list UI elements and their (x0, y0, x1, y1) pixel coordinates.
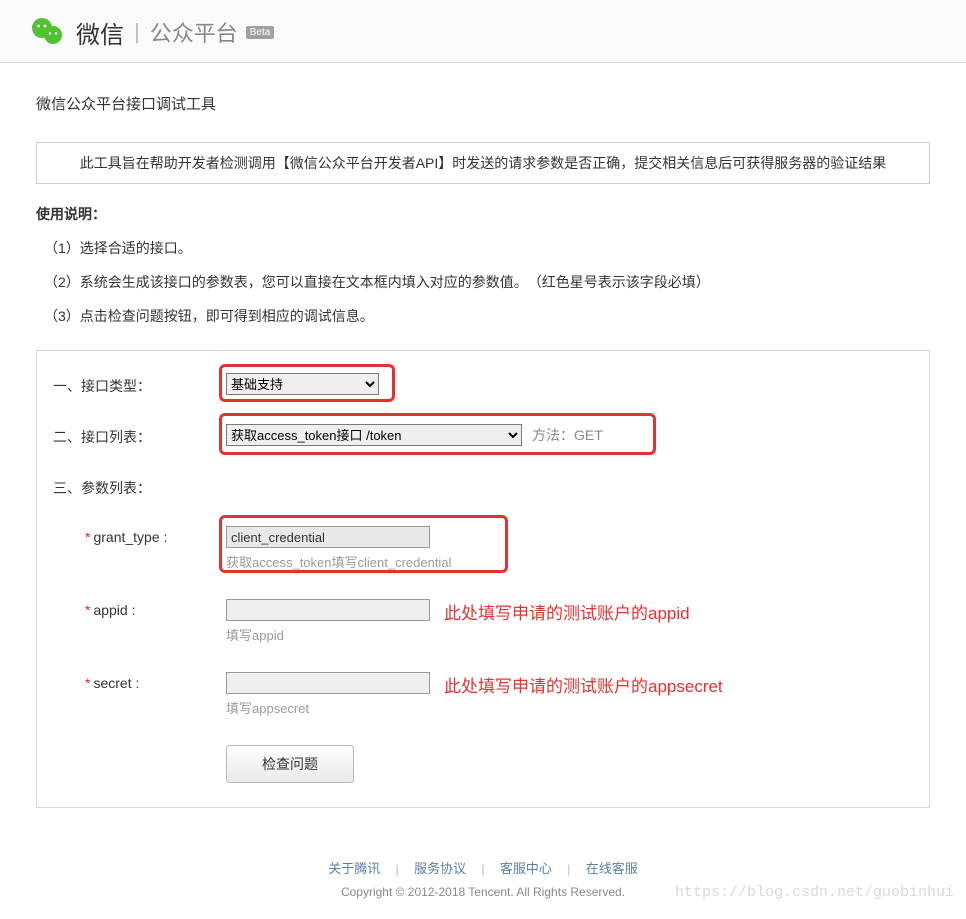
footer-link-online[interactable]: 在线客服 (586, 861, 638, 876)
secret-hint: 填写appsecret (226, 698, 430, 717)
label-param-list: 三、参数列表： (51, 475, 226, 498)
watermark: https://blog.csdn.net/guobinhui (675, 884, 954, 901)
instruction-2: （2）系统会生成该接口的参数表，您可以直接在文本框内填入对应的参数值。 （红色星… (44, 272, 930, 292)
highlight-grant (219, 515, 508, 573)
submit-row: 检查问题 (226, 745, 915, 783)
highlight-type (219, 364, 395, 402)
brand-platform: 公众平台 (150, 16, 238, 48)
row-grant-type: *grant_type : 获取access_token填写client_cre… (51, 526, 915, 571)
appid-annotation: 此处填写申请的测试账户的appid (444, 599, 690, 624)
label-grant-type: *grant_type : (51, 526, 226, 545)
row-secret: *secret : 填写appsecret 此处填写申请的测试账户的appsec… (51, 672, 915, 717)
footer-link-about[interactable]: 关于腾讯 (328, 861, 380, 876)
label-interface-list: 二、接口列表： (51, 424, 226, 447)
appid-input[interactable] (226, 599, 430, 621)
footer-links: 关于腾讯 | 服务协议 | 客服中心 | 在线客服 (0, 858, 966, 877)
instructions: 使用说明： （1）选择合适的接口。 （2）系统会生成该接口的参数表，您可以直接在… (36, 204, 930, 326)
footer-link-terms[interactable]: 服务协议 (414, 861, 466, 876)
label-interface-type: 一、接口类型： (51, 373, 226, 396)
secret-annotation: 此处填写申请的测试账户的appsecret (444, 672, 723, 697)
page-title: 微信公众平台接口调试工具 (36, 93, 930, 114)
wechat-logo-icon (30, 14, 66, 50)
page-header: 微信 | 公众平台 Beta (0, 0, 966, 63)
label-appid: *appid : (51, 599, 226, 618)
footer: 关于腾讯 | 服务协议 | 客服中心 | 在线客服 Copyright © 20… (0, 828, 966, 919)
info-box: 此工具旨在帮助开发者检测调用【微信公众平台开发者API】时发送的请求参数是否正确… (36, 142, 930, 184)
highlight-list (219, 413, 656, 455)
secret-input[interactable] (226, 672, 430, 694)
form-box: 一、接口类型： 基础支持 二、接口列表： 获取access_token接口 /t… (36, 350, 930, 808)
instruction-3: （3）点击检查问题按钮，即可得到相应的调试信息。 (44, 306, 930, 326)
brand-wechat: 微信 (76, 15, 124, 50)
instructions-title: 使用说明： (36, 204, 930, 224)
beta-badge: Beta (246, 26, 275, 39)
row-param-list: 三、参数列表： (51, 475, 915, 498)
required-star-icon: * (85, 602, 90, 618)
appid-hint: 填写appid (226, 625, 430, 644)
label-secret: *secret : (51, 672, 226, 691)
required-star-icon: * (85, 675, 90, 691)
main-container: 微信公众平台接口调试工具 此工具旨在帮助开发者检测调用【微信公众平台开发者API… (0, 63, 966, 828)
required-star-icon: * (85, 529, 90, 545)
brand-divider: | (134, 19, 140, 45)
row-appid: *appid : 填写appid 此处填写申请的测试账户的appid (51, 599, 915, 644)
row-interface-list: 二、接口列表： 获取access_token接口 /token 方法：GET (51, 424, 915, 447)
submit-button[interactable]: 检查问题 (226, 745, 354, 783)
row-interface-type: 一、接口类型： 基础支持 (51, 373, 915, 396)
footer-link-support[interactable]: 客服中心 (500, 861, 552, 876)
instruction-1: （1）选择合适的接口。 (44, 238, 930, 258)
